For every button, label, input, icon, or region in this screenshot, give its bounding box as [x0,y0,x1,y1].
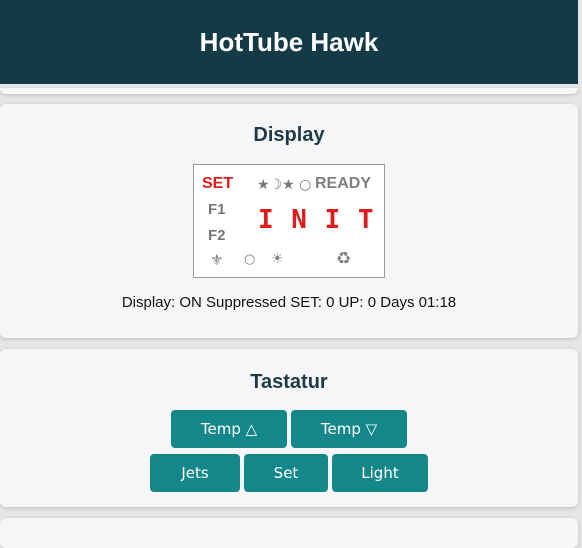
set-button[interactable]: Set [244,454,328,492]
display-status-text: Display: ON Suppressed SET: 0 UP: 0 Days… [121,294,457,311]
star-moon-icon: ★☽★ ○ [257,177,312,193]
display-section-title: Display [253,124,325,146]
lcd-set-indicator: SET [202,175,234,192]
bottom-card [0,518,578,548]
top-card [0,88,578,94]
keyboard-card: Tastatur Temp △ Temp ▽ Jets Set Light [0,349,578,507]
fleur-icon: ⚜ [210,251,224,269]
temp-down-button[interactable]: Temp ▽ [291,410,407,448]
lcd-panel: SET F1 F2 ★☽★ ○ READY I N I T ⚜ ○ ☀ ♻ [193,164,385,278]
display-card: Display SET F1 F2 ★☽★ ○ READY I N I T ⚜ … [0,104,578,338]
lcd-f1-indicator: F1 [208,201,226,218]
app-title: HotTube Hawk [199,26,379,57]
light-button[interactable]: Light [332,454,428,492]
sun-icon: ☀ [271,251,284,267]
lcd-ready-indicator: READY [315,175,372,192]
recycle-icon: ♻ [336,249,352,269]
circle-icon: ○ [244,252,256,267]
app-header: HotTube Hawk [0,0,578,84]
jets-button[interactable]: Jets [150,454,240,492]
temp-up-button[interactable]: Temp △ [171,410,287,448]
lcd-f2-indicator: F2 [208,227,226,244]
keyboard-section-title: Tastatur [250,371,328,393]
lcd-main-readout: I N I T [258,205,375,235]
